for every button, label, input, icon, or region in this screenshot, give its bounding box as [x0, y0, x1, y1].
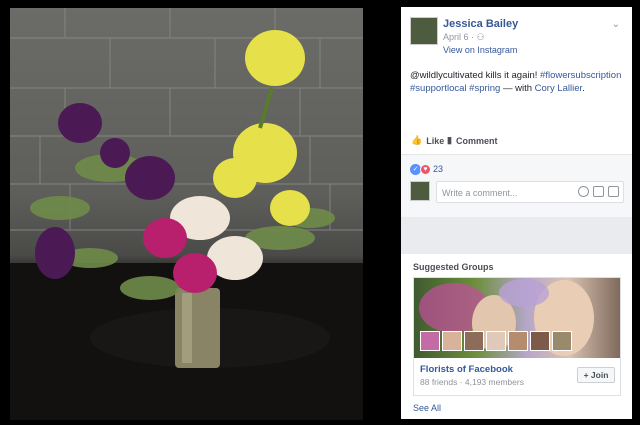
member-avatar[interactable] — [530, 331, 550, 351]
user-avatar[interactable] — [410, 181, 430, 201]
comment-composer: Write a comment... — [410, 181, 624, 203]
member-avatar[interactable] — [508, 331, 528, 351]
see-all-link[interactable]: See All — [413, 403, 441, 413]
post-meta: April 6 · ⚇ — [443, 32, 485, 43]
post-header: Jessica Bailey April 6 · ⚇ View on Insta… — [410, 17, 624, 67]
author-name[interactable]: Jessica Bailey — [443, 18, 518, 30]
post-actions: 👍 Like ▮ Comment — [410, 135, 624, 149]
camera-icon[interactable] — [593, 186, 604, 197]
view-on-instagram-link[interactable]: View on Instagram — [443, 45, 517, 55]
post-date[interactable]: April 6 — [443, 32, 469, 42]
member-avatar[interactable] — [552, 331, 572, 351]
comment-label: Comment — [455, 135, 498, 146]
emoji-icon[interactable] — [578, 186, 589, 197]
reaction-count: 23 — [433, 164, 444, 174]
post-photo[interactable] — [10, 8, 363, 420]
hashtag-spring[interactable]: #spring — [469, 83, 500, 94]
viewer: Jessica Bailey April 6 · ⚇ View on Insta… — [0, 0, 640, 425]
friends-icon[interactable]: ⚇ — [477, 32, 485, 42]
like-label: Like — [426, 135, 445, 146]
comment-placeholder: Write a comment... — [442, 188, 518, 198]
member-avatar[interactable] — [420, 331, 440, 351]
comment-input[interactable]: Write a comment... — [436, 181, 624, 203]
caption-text: @wildlycultivated kills it again! — [410, 70, 541, 81]
member-avatar[interactable] — [464, 331, 484, 351]
composer-icons — [578, 186, 619, 197]
member-avatars — [420, 331, 572, 351]
author-avatar[interactable] — [410, 17, 438, 45]
suggested-groups-title: Suggested Groups — [413, 262, 494, 272]
join-group-button[interactable]: + Join — [577, 367, 615, 383]
comment-button[interactable]: ▮ Comment — [447, 135, 497, 146]
speech-bubble-icon: ▮ — [447, 135, 452, 145]
post-caption: @wildlycultivated kills it again! #flowe… — [410, 69, 624, 95]
group-cover-image[interactable] — [414, 278, 620, 358]
member-avatar[interactable] — [442, 331, 462, 351]
love-reaction-icon: ♥ — [420, 163, 431, 175]
post-side-panel: Jessica Bailey April 6 · ⚇ View on Insta… — [401, 7, 632, 419]
chevron-down-icon[interactable]: ⌄ — [612, 19, 620, 30]
caption-period: . — [582, 83, 585, 94]
reactions-summary[interactable]: ✓ ♥ 23 — [410, 162, 443, 176]
hashtag-flowersubscription[interactable]: #flowersubscription — [540, 70, 621, 81]
section-separator — [401, 217, 632, 254]
hashtag-supportlocal[interactable]: #supportlocal — [410, 83, 467, 94]
sticker-icon[interactable] — [608, 186, 619, 197]
suggested-group-card[interactable]: Florists of Facebook 88 friends · 4,193 … — [413, 277, 621, 396]
group-stats: 88 friends · 4,193 members — [420, 377, 524, 387]
flower-photo-illustration — [10, 8, 363, 420]
group-name[interactable]: Florists of Facebook — [420, 364, 513, 375]
with-text: — with — [500, 83, 535, 94]
thumbs-up-icon: 👍 — [411, 135, 423, 145]
tagged-person-link[interactable]: Cory Lallier — [535, 83, 583, 94]
member-avatar[interactable] — [486, 331, 506, 351]
like-button[interactable]: 👍 Like — [411, 135, 444, 146]
